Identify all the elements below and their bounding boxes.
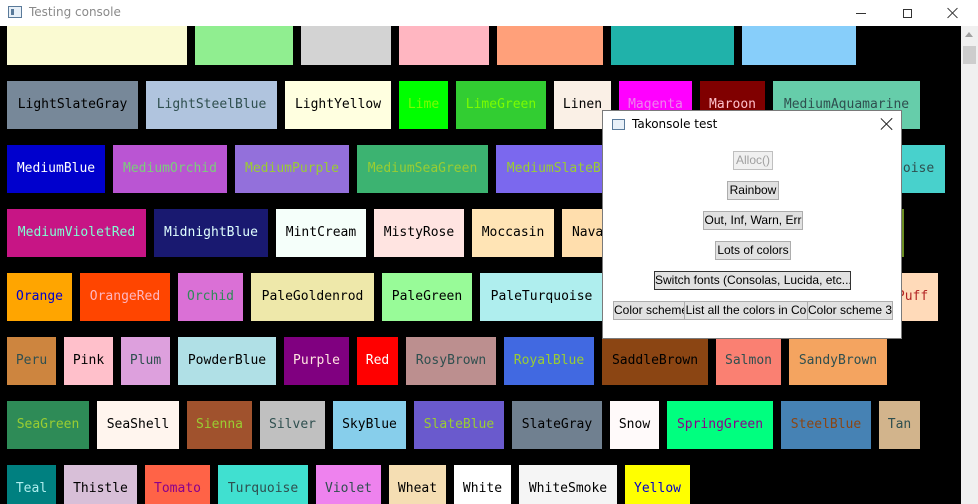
color-swatch-orchid: Orchid [178, 273, 243, 321]
color-swatch-mediumvioletred: MediumVioletRed [7, 209, 146, 257]
color-swatch-silver: Silver [260, 401, 325, 449]
color-swatch-limegreen: LimeGreen [456, 81, 546, 129]
color-scheme-button[interactable]: Color scheme [613, 301, 685, 320]
color-swatch-lightgoldenrodyellow: LightGoldenrodYellow [7, 26, 187, 65]
color-swatch-yellow: Yellow [625, 465, 690, 504]
vertical-scrollbar[interactable] [961, 26, 978, 504]
color-swatch-mediumorchid: MediumOrchid [113, 145, 227, 193]
switch-fonts-button[interactable]: Switch fonts (Consolas, Lucida, etc...) [654, 271, 851, 290]
color-swatch-moccasin: Moccasin [472, 209, 554, 257]
color-swatch-palegreen: PaleGreen [382, 273, 472, 321]
title-bar: Testing console [0, 0, 978, 26]
color-swatch-pink: Pink [64, 337, 113, 385]
color-swatch-lime: Lime [399, 81, 448, 129]
color-swatch-mistyrose: MistyRose [374, 209, 464, 257]
color-swatch-red: Red [357, 337, 398, 385]
color-swatch-lightsteelblue: LightSteelBlue [146, 81, 277, 129]
color-swatch-midnightblue: MidnightBlue [154, 209, 268, 257]
color-swatch-lightpink: LightPink [399, 26, 489, 65]
maximize-button[interactable] [884, 0, 930, 26]
color-swatch-thistle: Thistle [64, 465, 137, 504]
takonsole-test-dialog: Takonsole test Alloc() Rainbow Out, Inf,… [602, 110, 902, 339]
color-swatch-springgreen: SpringGreen [667, 401, 773, 449]
color-swatch-paleturquoise: PaleTurquoise [480, 273, 603, 321]
close-icon [947, 7, 959, 19]
color-swatch-orangered: OrangeRed [80, 273, 170, 321]
color-swatch-tan: Tan [879, 401, 920, 449]
minimize-button[interactable] [838, 0, 884, 26]
dialog-app-icon [612, 119, 625, 130]
color-swatch-orange: Orange [7, 273, 72, 321]
color-swatch-lightyellow: LightYellow [285, 81, 391, 129]
scroll-thumb[interactable] [963, 46, 976, 64]
color-swatch-mediumblue: MediumBlue [7, 145, 105, 193]
color-swatch-plum: Plum [121, 337, 170, 385]
color-swatch-lightgreen: LightGreen [195, 26, 293, 65]
color-swatch-snow: Snow [610, 401, 659, 449]
dialog-close-icon[interactable] [879, 116, 895, 132]
color-swatch-mediumpurple: MediumPurple [235, 145, 349, 193]
color-swatch-mediumseagreen: MediumSeaGreen [357, 145, 488, 193]
out-inf-warn-err-button[interactable]: Out, Inf, Warn, Err [703, 211, 803, 230]
color-swatch-steelblue: SteelBlue [781, 401, 871, 449]
color-scheme-3-button[interactable]: Color scheme 3 [807, 301, 893, 320]
color-swatch-lightgray: LightGray [301, 26, 391, 65]
color-swatch-white: White [454, 465, 511, 504]
minimize-icon [856, 12, 866, 14]
color-swatch-sandybrown: SandyBrown [789, 337, 887, 385]
color-swatch-seagreen: SeaGreen [7, 401, 89, 449]
dialog-title: Takonsole test [632, 117, 718, 131]
color-swatch-salmon: Salmon [716, 337, 781, 385]
color-swatch-teal: Teal [7, 465, 56, 504]
rainbow-button[interactable]: Rainbow [727, 181, 779, 200]
lots-of-colors-button[interactable]: Lots of colors [715, 241, 791, 260]
color-swatch-lightseagreen: LightSeaGreen [611, 26, 734, 65]
list-all-colors-button[interactable]: List all the colors in Co [684, 301, 808, 320]
close-button[interactable] [930, 0, 976, 26]
color-swatch-purple: Purple [284, 337, 349, 385]
color-swatch-slateblue: SlateBlue [414, 401, 504, 449]
maximize-icon [902, 8, 912, 18]
color-swatch-turquoise: Turquoise [218, 465, 308, 504]
color-swatch-lightslategray: LightSlateGray [7, 81, 138, 129]
color-swatch-powderblue: PowderBlue [178, 337, 276, 385]
color-swatch-saddlebrown: SaddleBrown [602, 337, 708, 385]
console-app-icon [8, 6, 22, 18]
alloc-button[interactable]: Alloc() [733, 151, 773, 170]
color-swatch-wheat: Wheat [389, 465, 446, 504]
color-swatch-slategray: SlateGray [512, 401, 602, 449]
color-swatch-lightskyblue: LightSkyBlue [742, 26, 856, 65]
color-swatch-royalblue: RoyalBlue [504, 337, 594, 385]
scroll-up-arrow-icon[interactable] [961, 26, 978, 43]
color-swatch-rosybrown: RosyBrown [406, 337, 496, 385]
window-title: Testing console [29, 5, 121, 19]
color-swatch-tomato: Tomato [145, 465, 210, 504]
color-swatch-violet: Violet [316, 465, 381, 504]
color-swatch-mintcream: MintCream [276, 209, 366, 257]
color-swatch-peru: Peru [7, 337, 56, 385]
color-swatch-palegoldenrod: PaleGoldenrod [251, 273, 374, 321]
color-swatch-seashell: SeaShell [97, 401, 179, 449]
color-swatch-skyblue: SkyBlue [333, 401, 406, 449]
color-swatch-sienna: Sienna [187, 401, 252, 449]
color-swatch-lightsalmon: LightSalmon [497, 26, 603, 65]
color-swatch-whitesmoke: WhiteSmoke [519, 465, 617, 504]
